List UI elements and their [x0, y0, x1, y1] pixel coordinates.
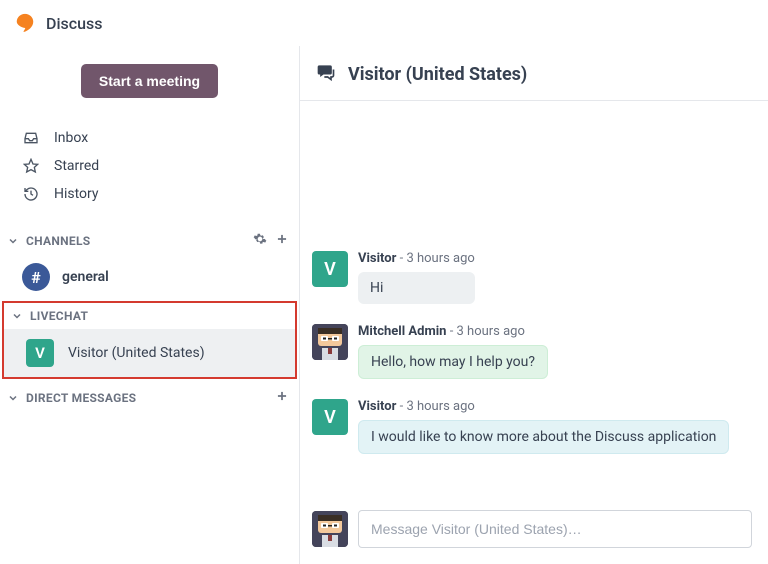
livechat-highlight-box: Livechat V Visitor (United States) — [2, 301, 297, 379]
hash-icon: # — [22, 263, 50, 291]
section-channels-header[interactable]: Channels — [0, 226, 299, 255]
plus-icon[interactable] — [275, 232, 289, 249]
chat-title: Visitor (United States) — [348, 64, 527, 85]
message-author: Visitor — [358, 251, 396, 266]
nav-label: Inbox — [54, 130, 88, 146]
main-nav: Inbox Starred History — [0, 118, 299, 226]
composer — [300, 500, 768, 564]
avatar: V — [312, 251, 348, 287]
app-title: Discuss — [46, 14, 102, 33]
history-icon — [22, 186, 40, 202]
section-livechat-header[interactable]: Livechat — [4, 303, 295, 329]
avatar: V — [312, 399, 348, 435]
chevron-down-icon — [6, 235, 20, 247]
section-direct-header[interactable]: Direct Messages — [0, 383, 299, 412]
composer-avatar — [312, 511, 348, 547]
message-list: V Visitor - 3 hours ago Hi — [300, 101, 768, 500]
chevron-down-icon — [10, 310, 24, 322]
section-label: Direct Messages — [26, 391, 269, 405]
message-input[interactable] — [358, 510, 752, 548]
message-author: Mitchell Admin — [358, 324, 446, 339]
app-logo-icon — [14, 12, 36, 34]
sidebar: Start a meeting Inbox Starred — [0, 46, 300, 564]
chat-header: Visitor (United States) — [300, 46, 768, 101]
section-label: Livechat — [30, 309, 285, 323]
message-meta: Visitor - 3 hours ago — [358, 399, 729, 414]
channel-item-general[interactable]: # general — [0, 255, 299, 299]
section-label: Channels — [26, 234, 247, 248]
message-meta: Visitor - 3 hours ago — [358, 251, 475, 266]
start-meeting-button[interactable]: Start a meeting — [81, 64, 218, 98]
message-meta: Mitchell Admin - 3 hours ago — [358, 324, 548, 339]
chevron-down-icon — [6, 392, 20, 404]
message-timestamp: - 3 hours ago — [450, 324, 525, 339]
topbar: Discuss — [0, 0, 768, 46]
message-bubble: I would like to know more about the Disc… — [358, 420, 729, 454]
channel-label: general — [62, 269, 109, 285]
message-row: Mitchell Admin - 3 hours ago Hello, how … — [312, 324, 752, 379]
chat-panel: Visitor (United States) V Visitor - 3 ho… — [300, 46, 768, 564]
message-timestamp: - 3 hours ago — [400, 251, 475, 266]
livechat-item-label: Visitor (United States) — [68, 345, 205, 361]
livechat-item-visitor[interactable]: V Visitor (United States) — [4, 329, 295, 377]
gear-icon[interactable] — [253, 232, 267, 249]
star-icon — [22, 158, 40, 174]
nav-starred[interactable]: Starred — [14, 152, 285, 180]
nav-inbox[interactable]: Inbox — [14, 124, 285, 152]
message-bubble: Hello, how may I help you? — [358, 345, 548, 379]
message-bubble: Hi — [358, 272, 475, 304]
inbox-icon — [22, 130, 40, 146]
visitor-avatar: V — [26, 339, 54, 367]
avatar — [312, 324, 348, 360]
message-row: V Visitor - 3 hours ago I would like to … — [312, 399, 752, 454]
message-row: V Visitor - 3 hours ago Hi — [312, 251, 752, 304]
nav-history[interactable]: History — [14, 180, 285, 208]
message-author: Visitor — [358, 399, 396, 414]
chat-bubbles-icon — [316, 62, 336, 86]
message-timestamp: - 3 hours ago — [400, 399, 475, 414]
nav-label: Starred — [54, 158, 99, 174]
nav-label: History — [54, 186, 99, 202]
plus-icon[interactable] — [275, 389, 289, 406]
